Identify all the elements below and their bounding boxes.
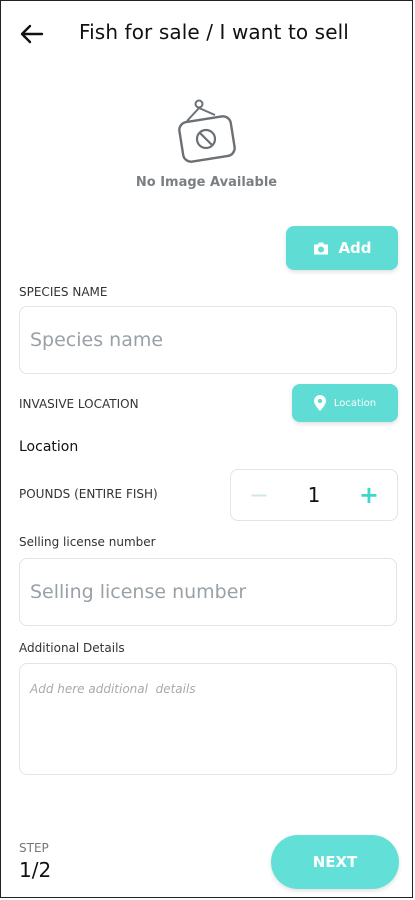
pounds-label: POUNDS (ENTIRE FISH): [19, 487, 158, 501]
location-value: Location: [19, 439, 79, 455]
details-label: Additional Details: [19, 641, 125, 655]
app-header: Fish for sale / I want to sell: [1, 1, 412, 65]
species-label: SPECIES NAME: [19, 285, 108, 299]
step-label: STEP: [19, 841, 49, 855]
add-photo-button[interactable]: Add: [286, 226, 398, 270]
step-count: 1/2: [19, 858, 52, 882]
add-button-label: Add: [338, 239, 372, 257]
next-button[interactable]: NEXT: [271, 835, 399, 889]
no-image-text: No Image Available: [135, 175, 278, 190]
decrement-button[interactable]: −: [249, 483, 269, 507]
no-image-icon: [177, 99, 236, 163]
map-pin-icon: [313, 395, 326, 411]
additional-details-input[interactable]: [19, 663, 397, 775]
location-button[interactable]: Location: [292, 384, 398, 422]
license-number-input[interactable]: [19, 558, 397, 626]
invasive-location-label: INVASIVE LOCATION: [19, 397, 139, 411]
increment-button[interactable]: +: [359, 483, 379, 507]
back-arrow-icon[interactable]: [17, 19, 47, 49]
camera-icon: [314, 242, 329, 254]
pounds-stepper: − 1 +: [230, 469, 398, 521]
species-name-input[interactable]: [19, 306, 397, 374]
image-placeholder: No Image Available: [1, 99, 412, 190]
pounds-value: 1: [307, 483, 321, 507]
screen-frame: Fish for sale / I want to sell No Image …: [0, 0, 413, 898]
location-button-label: Location: [333, 397, 377, 409]
license-label: Selling license number: [19, 535, 156, 549]
page-title: Fish for sale / I want to sell: [79, 20, 349, 44]
